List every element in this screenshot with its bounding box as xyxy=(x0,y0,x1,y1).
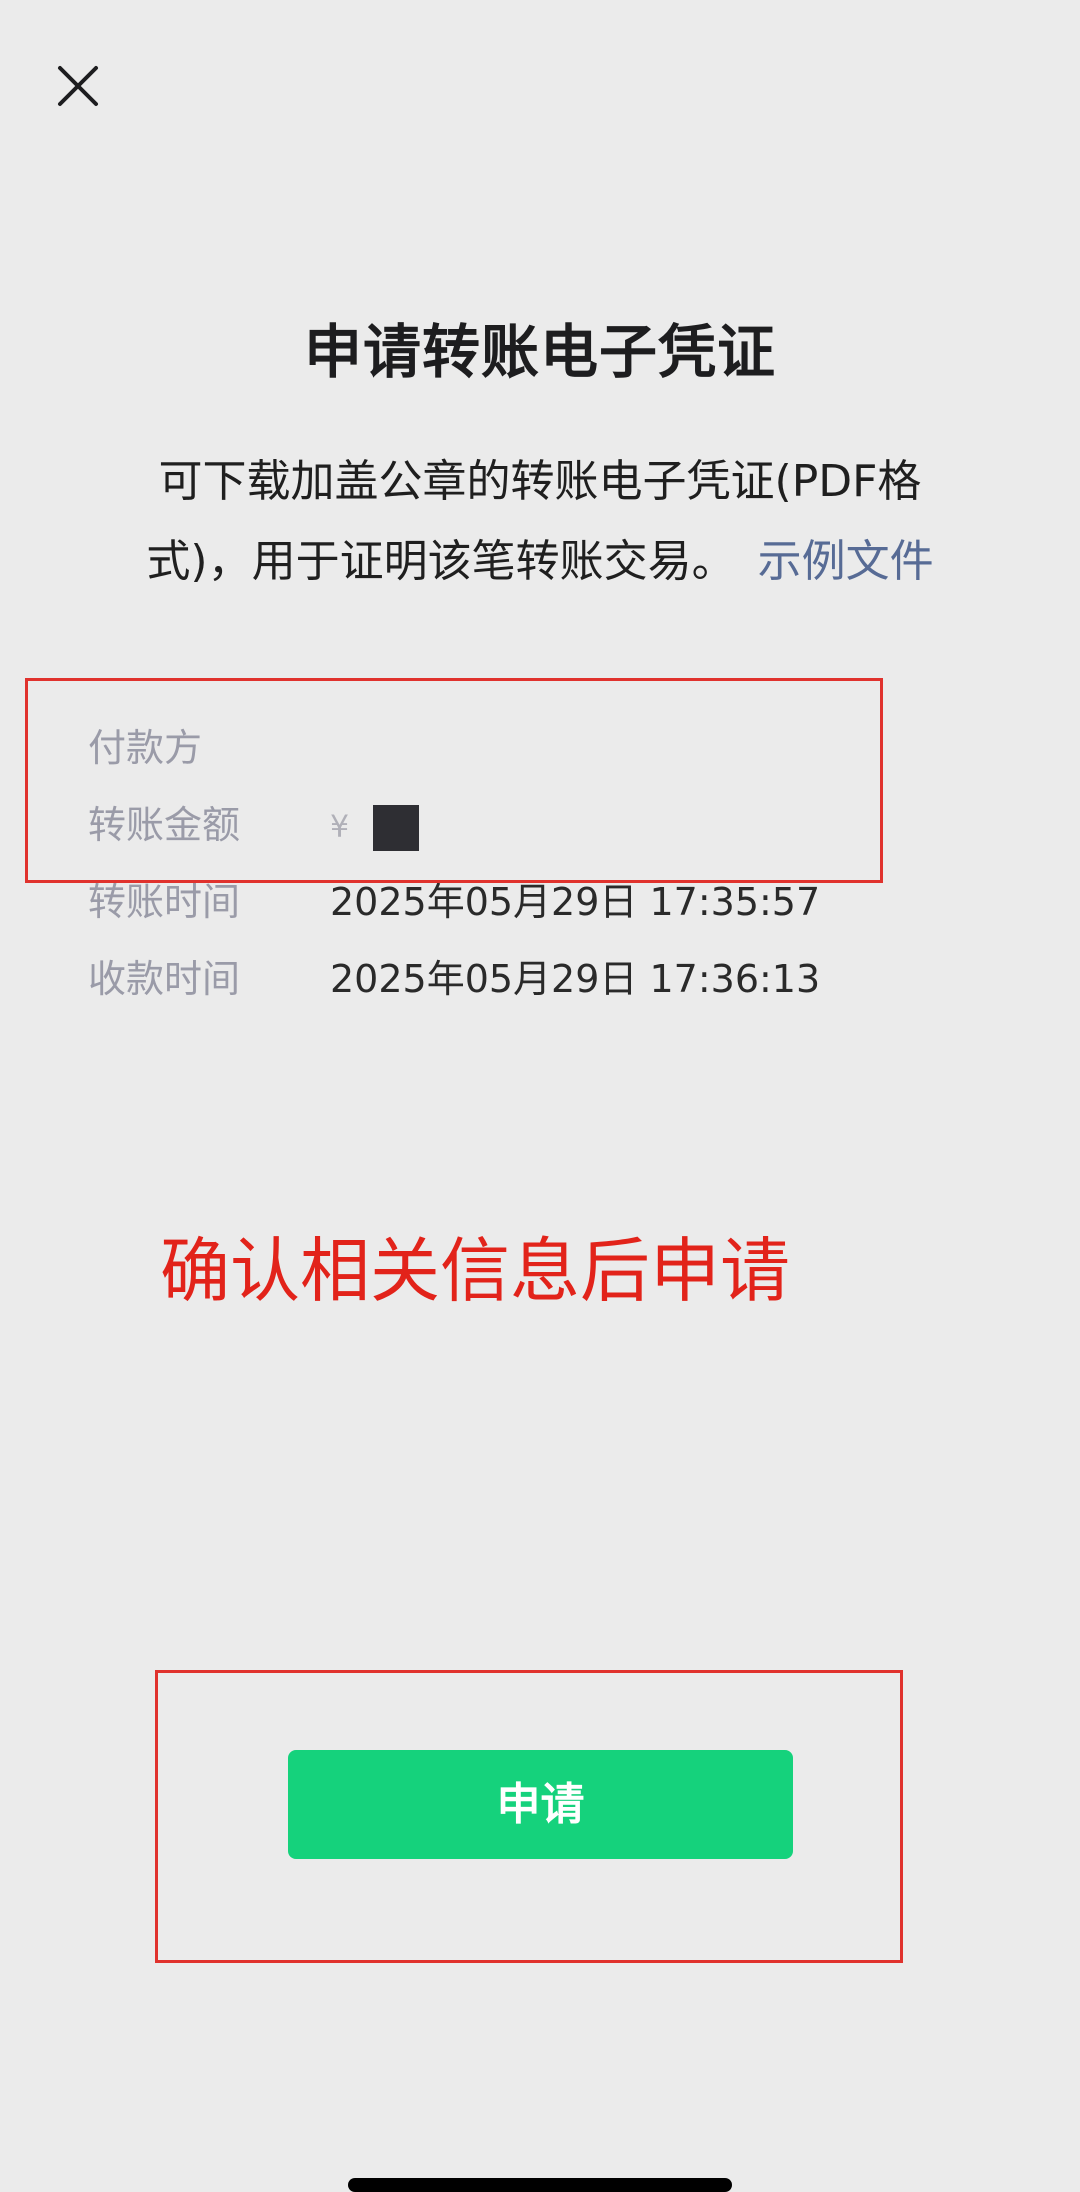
annotation-box-details xyxy=(25,678,883,883)
receive-time-label: 收款时间 xyxy=(88,957,241,1001)
apply-button[interactable]: 申请 xyxy=(288,1750,793,1859)
receive-time-value: 2025年05月29日 17:36:13 xyxy=(330,957,821,1001)
home-indicator xyxy=(348,2178,732,2192)
page-title: 申请转账电子凭证 xyxy=(303,318,776,386)
description: 可下载加盖公章的转账电子凭证(PDF格式)，用于证明该笔转账交易。 示例文件 xyxy=(120,442,960,602)
close-button[interactable] xyxy=(48,56,108,116)
annotation-text: 确认相关信息后申请 xyxy=(160,1230,790,1312)
close-icon xyxy=(48,56,108,116)
receive-time-row: 收款时间 2025年05月29日 17:36:13 xyxy=(88,949,820,1009)
sample-file-link[interactable]: 示例文件 xyxy=(758,536,934,587)
